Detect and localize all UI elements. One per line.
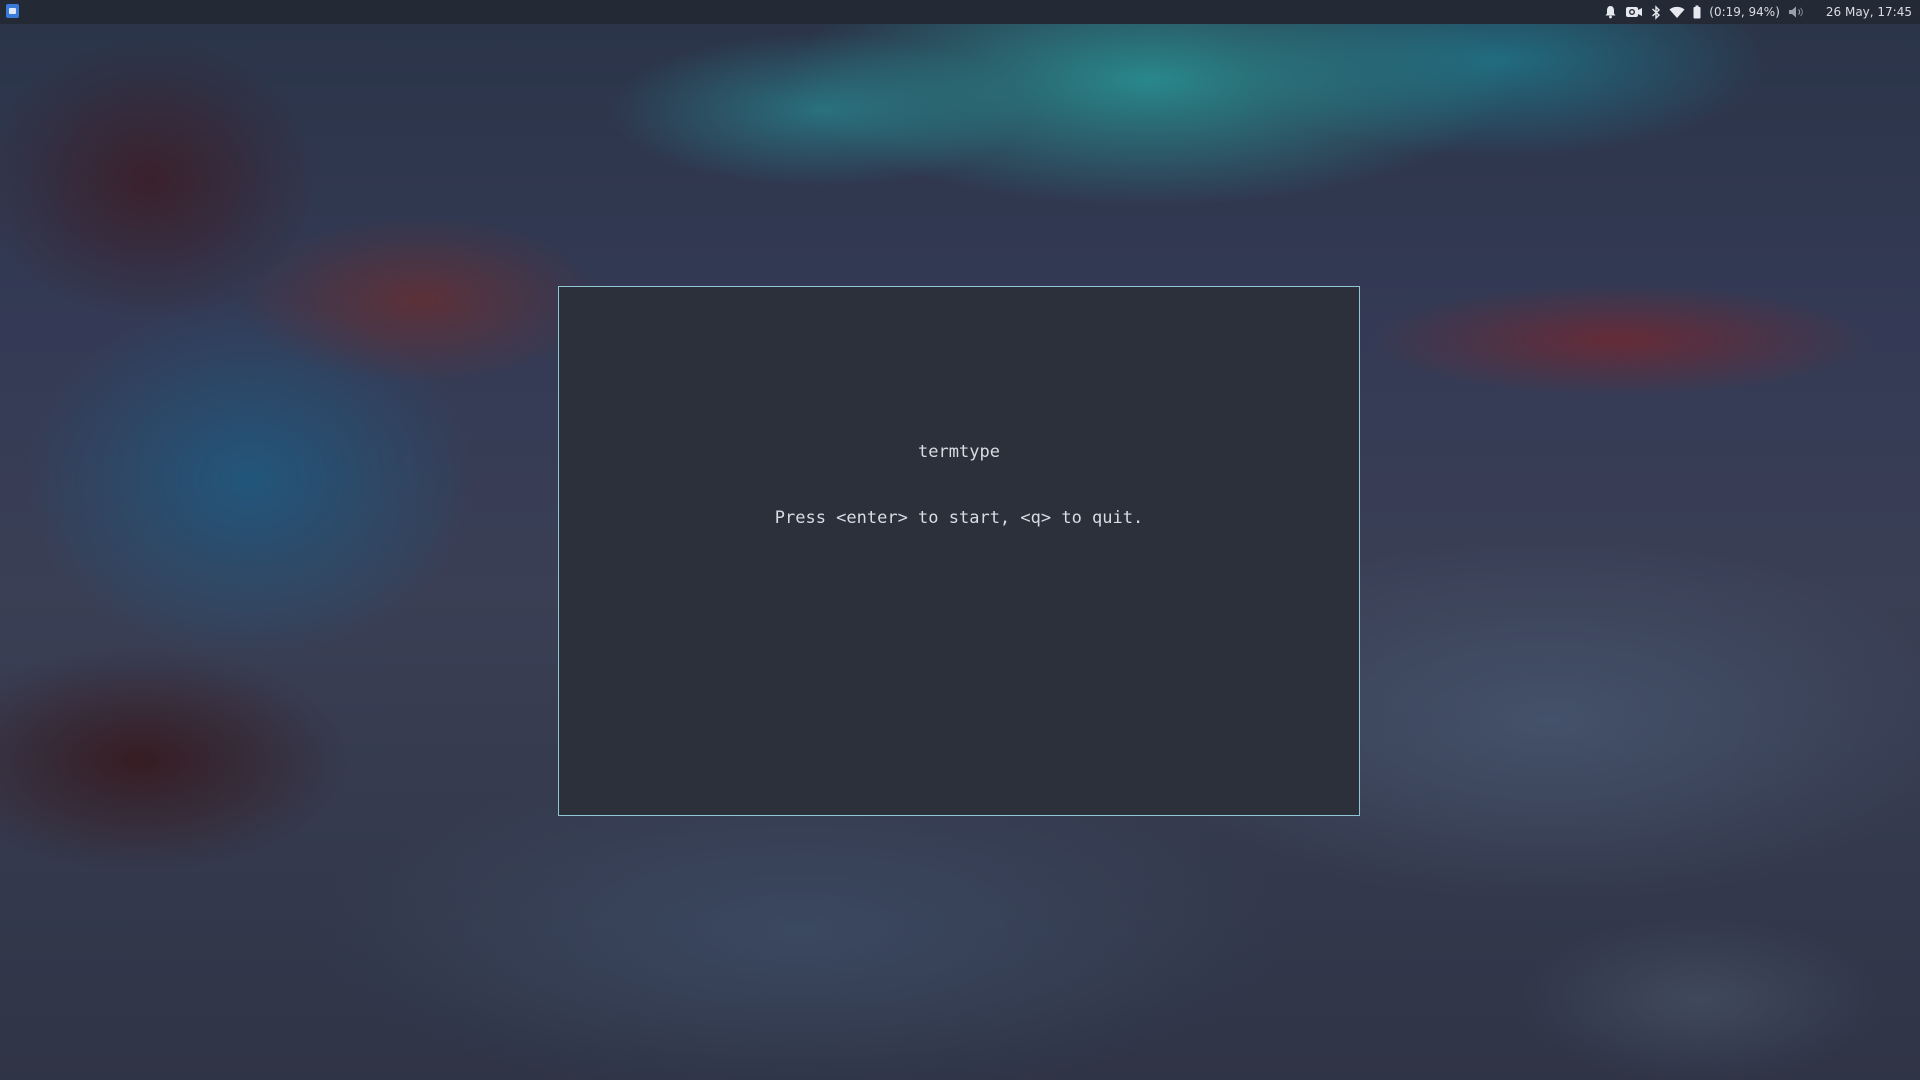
start-instructions: Press <enter> to start, <q> to quit. [774,508,1144,528]
battery-icon[interactable] [1693,0,1701,24]
camera-icon[interactable] [1625,0,1643,24]
bluetooth-icon[interactable] [1651,0,1661,24]
app-title: termtype [918,442,1000,462]
wifi-icon[interactable] [1669,0,1685,24]
volume-icon[interactable] [1788,0,1804,24]
clock[interactable]: 26 May, 17:45 [1826,0,1912,24]
battery-status-text: (0:19, 94%) [1709,5,1780,19]
system-tray: (0:19, 94%) 26 May, 17:45 [1604,0,1912,24]
desktop-wallpaper: (0:19, 94%) 26 May, 17:45 termtype Press… [0,0,1920,1080]
terminal-window[interactable]: termtype Press <enter> to start, <q> to … [558,286,1360,816]
app-menu-icon[interactable] [6,4,19,18]
bell-icon[interactable] [1604,0,1617,24]
top-panel: (0:19, 94%) 26 May, 17:45 [0,0,1920,24]
